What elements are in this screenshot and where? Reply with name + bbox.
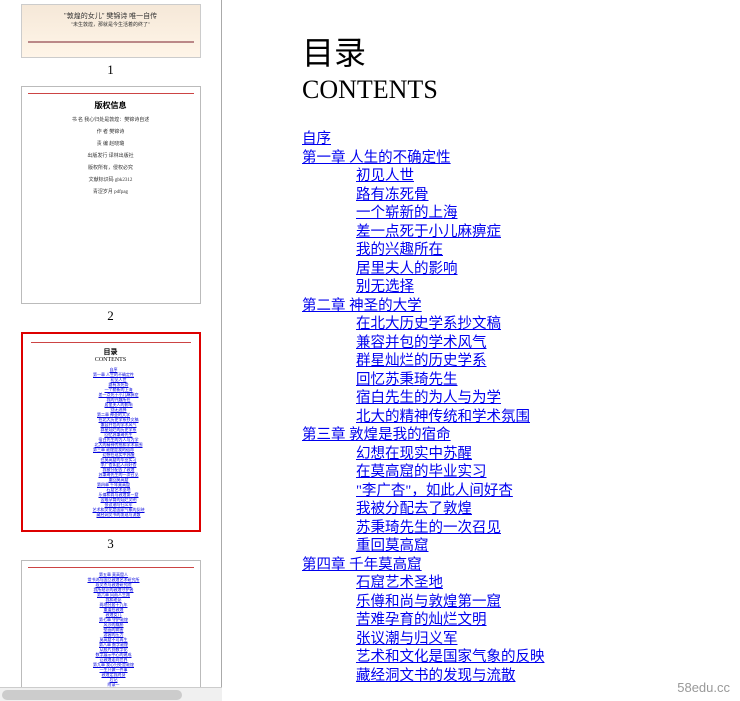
toc-link[interactable]: 路有冻死骨 xyxy=(356,187,429,203)
horizontal-scrollbar[interactable] xyxy=(0,687,222,701)
toc-link[interactable]: 第三章 敦煌是我的宿命 xyxy=(302,427,451,443)
toc-link[interactable]: 石窟艺术圣地 xyxy=(356,575,443,591)
toc-link[interactable]: 第二章 神圣的大学 xyxy=(302,298,422,314)
thumb3-mini-toc: 自序第一章 人生的不确定性 初见人世路有冻死骨一个崭新的上海 差一点死于小儿麻痹… xyxy=(31,367,191,517)
decorative-bar xyxy=(28,567,194,568)
toc-link[interactable]: 第一章 人生的不确定性 xyxy=(302,150,451,166)
thumbnail-page-3[interactable]: 目录 CONTENTS 自序第一章 人生的不确定性 初见人世路有冻死骨一个崭新的… xyxy=(4,332,217,552)
thumb3-h1: 目录 xyxy=(31,347,191,357)
toc-link[interactable]: 别无选择 xyxy=(356,279,414,295)
thumbnail-page-4[interactable]: 第五章 莫高窟人常书鸿与国立敦煌艺术研究所段文杰与敦煌研究院 我所结识的敦煌守护… xyxy=(4,560,217,701)
thumb2-heading: 版权信息 xyxy=(28,100,194,111)
thumb1-title-1: "敦煌的女儿" 樊锦诗 唯一自传 xyxy=(28,11,194,21)
toc-link[interactable]: 我被分配去了敦煌 xyxy=(356,501,472,517)
toc-link[interactable]: 宿白先生的为人与为学 xyxy=(356,390,501,406)
main-content-page: 目录 CONTENTS 自序第一章 人生的不确定性初见人世路有冻死骨一个崭新的上… xyxy=(222,0,740,701)
decorative-bar xyxy=(28,41,194,43)
thumb-number: 1 xyxy=(4,62,217,78)
toc-link[interactable]: 重回莫高窟 xyxy=(356,538,429,554)
toc-link[interactable]: 北大的精神传统和学术氛围 xyxy=(356,409,530,425)
thumb2-body: 书 名 我心归处是敦煌：樊锦诗自述 作 者 樊锦诗 责 编 赵晓璐 出版发行 译… xyxy=(28,117,194,197)
toc-link[interactable]: 自序 xyxy=(302,131,331,147)
toc-title-cn: 目录 xyxy=(302,32,740,74)
toc-link[interactable]: "李广杏"，如此人间好杏 xyxy=(356,483,513,499)
decorative-bar xyxy=(28,93,194,94)
toc-link[interactable]: 艺术和文化是国家气象的反映 xyxy=(356,649,545,665)
toc-title-en: CONTENTS xyxy=(302,74,740,106)
toc-link[interactable]: 乐僔和尚与敦煌第一窟 xyxy=(356,594,501,610)
decorative-bar xyxy=(31,342,191,343)
thumbnail-sidebar[interactable]: "敦煌的女儿" 樊锦诗 唯一自传 "未生敦煌，那就是今生活着的终了" 1 版权信… xyxy=(0,0,222,701)
toc-link[interactable]: 兼容并包的学术风气 xyxy=(356,335,487,351)
thumb4-mini-toc: 第五章 莫高窟人常书鸿与国立敦煌艺术研究所段文杰与敦煌研究院 我所结识的敦煌守护… xyxy=(28,572,194,701)
toc-link[interactable]: 藏经洞文书的发现与流散 xyxy=(356,668,516,684)
thumb3-h2: CONTENTS xyxy=(31,357,191,363)
toc-link[interactable]: 在北大历史学系抄文稿 xyxy=(356,316,501,332)
scrollbar-thumb[interactable] xyxy=(2,690,182,700)
toc-link[interactable]: 在莫高窟的毕业实习 xyxy=(356,464,487,480)
thumbnail-page-1[interactable]: "敦煌的女儿" 樊锦诗 唯一自传 "未生敦煌，那就是今生活着的终了" 1 xyxy=(4,4,217,78)
table-of-contents: 自序第一章 人生的不确定性初见人世路有冻死骨一个崭新的上海差一点死于小儿麻痹症我… xyxy=(302,130,740,685)
thumb-number: 3 xyxy=(4,536,217,552)
toc-link[interactable]: 回忆苏秉琦先生 xyxy=(356,372,458,388)
toc-link[interactable]: 差一点死于小儿麻痹症 xyxy=(356,224,501,240)
watermark: 58edu.cc xyxy=(677,680,730,695)
toc-link[interactable]: 我的兴趣所在 xyxy=(356,242,443,258)
toc-link[interactable]: 幻想在现实中苏醒 xyxy=(356,446,472,462)
toc-link[interactable]: 居里夫人的影响 xyxy=(356,261,458,277)
toc-link[interactable]: 群星灿烂的历史学系 xyxy=(356,353,487,369)
thumb-number: 2 xyxy=(4,308,217,324)
toc-link[interactable]: 初见人世 xyxy=(356,168,414,184)
toc-link[interactable]: 苏秉琦先生的一次召见 xyxy=(356,520,501,536)
thumbnail-page-2[interactable]: 版权信息 书 名 我心归处是敦煌：樊锦诗自述 作 者 樊锦诗 责 编 赵晓璐 出… xyxy=(4,86,217,324)
toc-link[interactable]: 第四章 千年莫高窟 xyxy=(302,557,422,573)
toc-link[interactable]: 苦难孕育的灿烂文明 xyxy=(356,612,487,628)
toc-link[interactable]: 一个崭新的上海 xyxy=(356,205,458,221)
thumb1-title-2: "未生敦煌，那就是今生活着的终了" xyxy=(28,21,194,31)
toc-link[interactable]: 张议潮与归义军 xyxy=(356,631,458,647)
